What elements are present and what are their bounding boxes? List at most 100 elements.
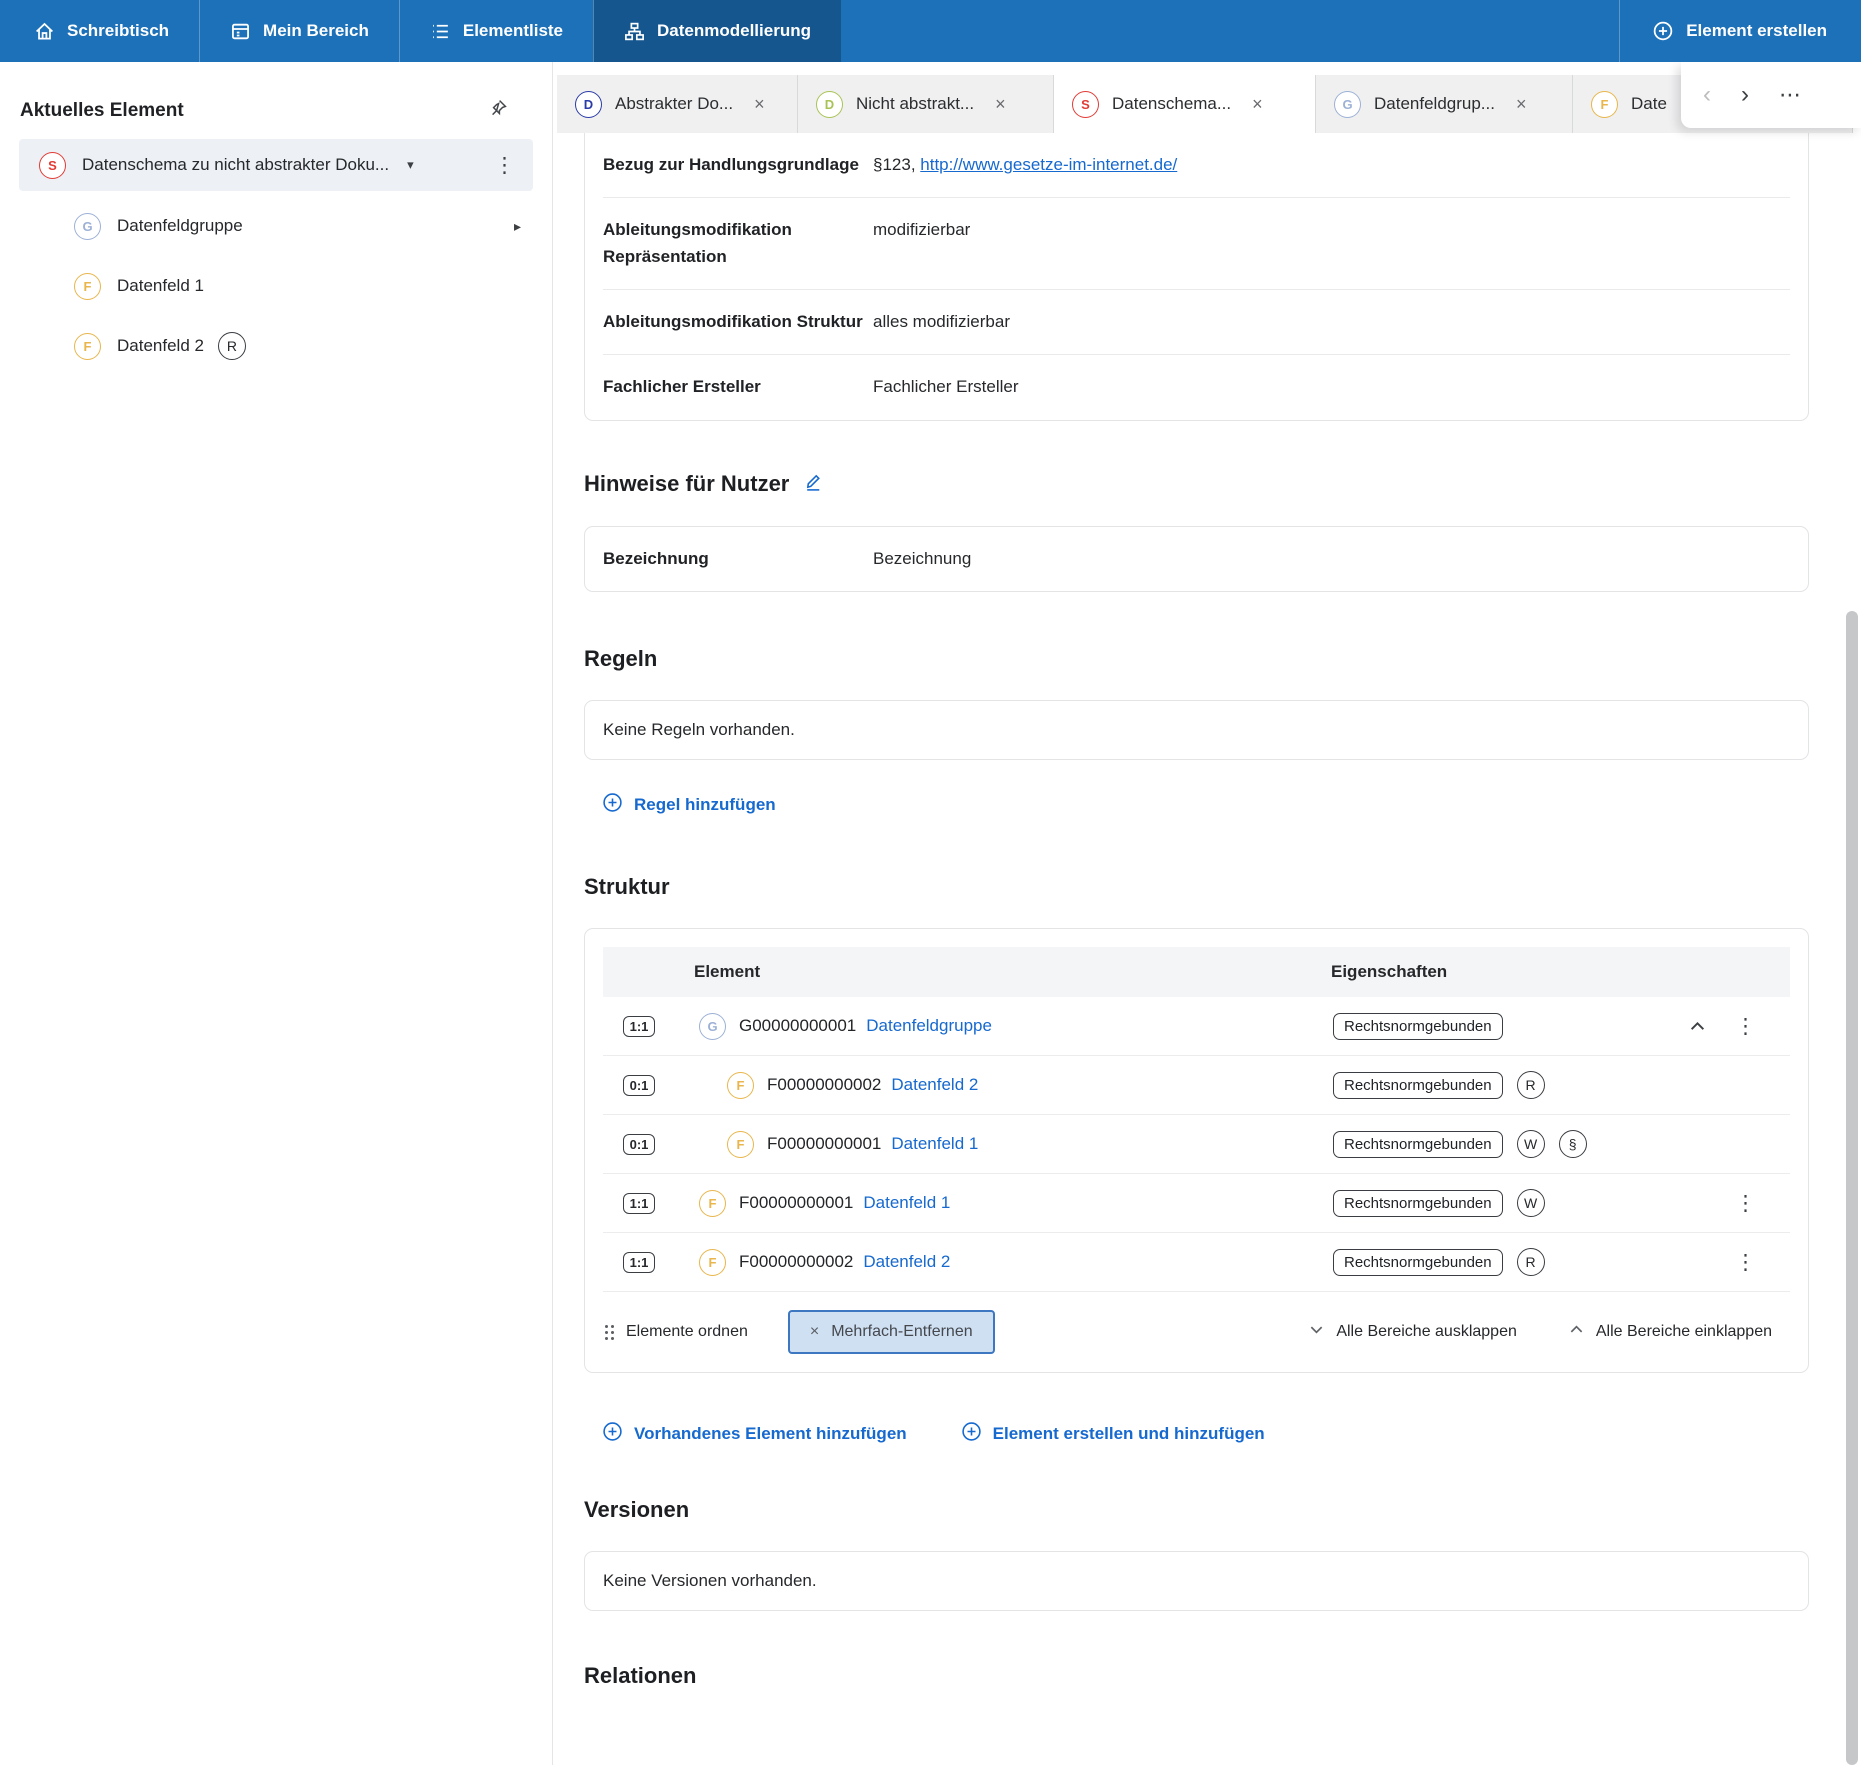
law-link[interactable]: http://www.gesetze-im-internet.de/: [920, 155, 1177, 174]
nav-label: Elementliste: [463, 21, 563, 41]
chevron-right-icon[interactable]: ▸: [514, 218, 521, 235]
field-type-icon: F: [74, 333, 101, 360]
drag-handle-icon: [605, 1325, 614, 1340]
tab-abstraktes-dokument[interactable]: D Abstrakter Do... ×: [557, 75, 798, 133]
chevron-down-icon[interactable]: ▾: [407, 157, 414, 173]
tab-scroll-controls: ‹ › ⋯: [1681, 62, 1861, 128]
tabs-scroll-right-icon[interactable]: ›: [1741, 83, 1749, 107]
element-code: F00000000002: [739, 1252, 853, 1272]
main-area: D Abstrakter Do... × D Nicht abstrakt...…: [554, 62, 1861, 1765]
plus-circle-icon: [961, 1421, 982, 1447]
schema-type-icon: S: [39, 152, 66, 179]
close-icon[interactable]: ×: [1250, 94, 1265, 115]
schema-type-icon: S: [1072, 91, 1099, 118]
nav-item-elementliste[interactable]: Elementliste: [399, 0, 593, 62]
detail-row: Fachlicher Ersteller Fachlicher Erstelle…: [603, 355, 1790, 419]
element-link[interactable]: Datenfeld 1: [891, 1134, 978, 1154]
tabs-more-menu-icon[interactable]: ⋯: [1779, 82, 1803, 108]
hinweise-card: Bezeichnung Bezeichnung: [584, 526, 1809, 592]
tab-strip: D Abstrakter Do... × D Nicht abstrakt...…: [554, 62, 1861, 133]
property-chip: Rechtsnormgebunden: [1333, 1249, 1503, 1276]
cardinality-badge: 0:1: [623, 1075, 655, 1096]
group-type-icon: G: [1334, 91, 1361, 118]
field-type-icon: F: [727, 1072, 754, 1099]
group-type-icon: G: [74, 213, 101, 240]
vertical-scrollbar-thumb[interactable]: [1846, 611, 1858, 1765]
kebab-menu-icon[interactable]: ⋮: [490, 155, 519, 176]
rule-badge: R: [218, 332, 246, 360]
element-link[interactable]: Datenfeld 1: [863, 1193, 950, 1213]
field-type-icon: F: [727, 1131, 754, 1158]
property-chip: Rechtsnormgebunden: [1333, 1013, 1503, 1040]
value-badge: W: [1517, 1189, 1545, 1217]
field-type-icon: F: [1591, 91, 1618, 118]
field-type-icon: F: [74, 273, 101, 300]
kebab-menu-icon[interactable]: ⋮: [1735, 1193, 1756, 1214]
tab-datenfeldgruppe[interactable]: G Datenfeldgrup... ×: [1316, 75, 1573, 133]
pin-icon[interactable]: [488, 98, 508, 123]
section-title-struktur: Struktur: [584, 874, 1810, 900]
kebab-menu-icon[interactable]: ⋮: [1735, 1016, 1756, 1037]
close-icon[interactable]: ×: [752, 94, 767, 115]
element-link[interactable]: Datenfeld 2: [891, 1075, 978, 1095]
close-icon[interactable]: ×: [993, 94, 1008, 115]
sidebar-item-datenfeld-1[interactable]: F Datenfeld 1: [19, 261, 533, 311]
tab-datenschema-active[interactable]: S Datenschema... ×: [1054, 75, 1316, 133]
create-element-button[interactable]: Element erstellen: [1619, 0, 1859, 62]
versionen-empty-text: Keine Versionen vorhanden.: [585, 1552, 1808, 1610]
nav-label: Datenmodellierung: [657, 21, 811, 41]
data-model-icon: [624, 21, 645, 42]
document-type-icon: D: [816, 91, 843, 118]
detail-row: Ableitungsmodifikation Repräsentation mo…: [603, 198, 1790, 290]
property-chip: Rechtsnormgebunden: [1333, 1072, 1503, 1099]
rule-badge: R: [1517, 1071, 1545, 1099]
top-nav-bar: Schreibtisch Mein Bereich Elementliste D…: [0, 0, 1861, 62]
plus-circle-icon: [1652, 20, 1674, 42]
detail-row: Bezug zur Handlungsgrundlage §123, http:…: [603, 133, 1790, 198]
home-icon: [34, 21, 55, 42]
topbar-spacer: [841, 0, 1619, 62]
nav-item-mein-bereich[interactable]: Mein Bereich: [199, 0, 399, 62]
section-title-versionen: Versionen: [584, 1497, 1810, 1523]
nav-item-schreibtisch[interactable]: Schreibtisch: [4, 0, 199, 62]
plus-circle-icon: [602, 1421, 623, 1447]
element-code: F00000000002: [767, 1075, 881, 1095]
order-elements-button[interactable]: Elemente ordnen: [605, 1323, 748, 1341]
expand-all-button[interactable]: Alle Bereiche ausklappen: [1309, 1322, 1517, 1342]
element-link[interactable]: Datenfeldgruppe: [866, 1016, 992, 1036]
element-link[interactable]: Datenfeld 2: [863, 1252, 950, 1272]
table-row-datenfeld-1: 1:1 F F00000000001 Datenfeld 1 Rechtsnor…: [603, 1174, 1790, 1233]
regeln-empty-text: Keine Regeln vorhanden.: [585, 701, 1808, 759]
tab-nicht-abstraktes-dokument[interactable]: D Nicht abstrakt... ×: [798, 75, 1054, 133]
detail-row: Ableitungsmodifikation Struktur alles mo…: [603, 290, 1790, 355]
field-type-icon: F: [699, 1249, 726, 1276]
edit-icon[interactable]: [803, 471, 824, 498]
paragraph-badge: §: [1559, 1130, 1587, 1158]
element-code: G00000000001: [739, 1016, 856, 1036]
sidebar-item-selected-schema[interactable]: S Datenschema zu nicht abstrakter Doku..…: [19, 139, 533, 191]
cardinality-badge: 1:1: [623, 1016, 655, 1037]
add-existing-element-button[interactable]: Vorhandenes Element hinzufügen: [602, 1421, 907, 1447]
create-and-add-element-button[interactable]: Element erstellen und hinzufügen: [961, 1421, 1265, 1447]
cardinality-badge: 1:1: [623, 1193, 655, 1214]
column-element: Element: [694, 962, 760, 982]
column-eigenschaften: Eigenschaften: [1331, 962, 1447, 982]
add-rule-button[interactable]: Regel hinzufügen: [602, 792, 776, 818]
chevron-up-icon[interactable]: [1689, 1018, 1706, 1035]
sidebar-item-datenfeldgruppe[interactable]: G Datenfeldgruppe ▸: [19, 201, 533, 251]
kebab-menu-icon[interactable]: ⋮: [1735, 1252, 1756, 1273]
table-row-datenfeldgruppe: 1:1 G G00000000001 Datenfeldgruppe Recht…: [603, 997, 1790, 1056]
tabs-scroll-left-icon[interactable]: ‹: [1703, 83, 1711, 107]
tab-content: Bezug zur Handlungsgrundlage §123, http:…: [554, 133, 1810, 1689]
close-icon[interactable]: ×: [1514, 94, 1529, 115]
list-icon: [430, 21, 451, 42]
section-title-hinweise: Hinweise für Nutzer: [584, 471, 1810, 498]
collapse-all-button[interactable]: Alle Bereiche einklappen: [1569, 1322, 1772, 1342]
document-type-icon: D: [575, 91, 602, 118]
nav-item-datenmodellierung[interactable]: Datenmodellierung: [593, 0, 841, 62]
value-badge: W: [1517, 1130, 1545, 1158]
field-type-icon: F: [699, 1190, 726, 1217]
multi-remove-button-selected[interactable]: × Mehrfach-Entfernen: [788, 1310, 995, 1354]
section-title-regeln: Regeln: [584, 646, 1810, 672]
sidebar-item-datenfeld-2[interactable]: F Datenfeld 2 R: [19, 321, 533, 371]
